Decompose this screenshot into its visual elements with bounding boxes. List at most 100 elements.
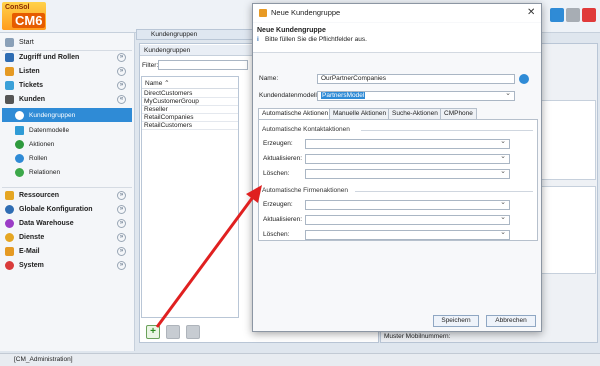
services-icon — [5, 233, 14, 242]
globe-icon — [5, 205, 14, 214]
update-label: Aktualisieren: — [263, 155, 303, 162]
logo-text-1: ConSol — [5, 4, 30, 11]
expand-icon[interactable]: » — [117, 53, 126, 62]
create-label: Erzeugen: — [263, 201, 293, 208]
add-button[interactable]: + — [146, 325, 160, 339]
table-row[interactable]: MyCustomerGroup — [142, 98, 238, 106]
dialog-header: Neue Kundengruppe i Bitte füllen Sie die… — [253, 23, 541, 53]
list-icon — [5, 67, 14, 76]
sidebar-item-label: Kunden — [19, 96, 46, 103]
delete-label: Löschen: — [263, 231, 290, 238]
sidebar-item-label: Start — [19, 39, 34, 46]
expand-icon[interactable]: » — [117, 81, 126, 90]
collapse-icon[interactable]: « — [117, 95, 126, 104]
delete-label: Löschen: — [263, 170, 290, 177]
logout-icon[interactable] — [582, 8, 596, 22]
info-icon: i — [257, 36, 259, 43]
sidebar-item-label: Globale Konfiguration — [19, 206, 93, 213]
user-icon — [5, 95, 14, 104]
ticket-icon — [5, 81, 14, 90]
section-contact-actions: Automatische Kontaktaktionen — [262, 126, 350, 133]
create-label: Erzeugen: — [263, 140, 293, 147]
consol-logo: ConSol CM6 — [2, 2, 46, 30]
sidebar-item-label: Kundengruppen — [29, 111, 76, 119]
section-company-actions: Automatische Firmenaktionen — [262, 187, 348, 194]
expand-icon[interactable]: » — [117, 247, 126, 256]
detail-box — [540, 100, 596, 180]
expand-icon[interactable]: » — [117, 67, 126, 76]
sidebar-item-rollen[interactable]: Rollen — [2, 152, 132, 165]
sidebar-item-label: Listen — [19, 68, 40, 75]
expand-icon[interactable]: » — [117, 205, 126, 214]
delete-button[interactable] — [186, 325, 200, 339]
sidebar-item-listen[interactable]: Listen » — [2, 65, 132, 78]
sidebar-item-label: Aktionen — [29, 141, 55, 148]
sidebar-item-ressourcen[interactable]: Ressourcen » — [2, 189, 132, 202]
table-row[interactable]: Reseller — [142, 106, 238, 114]
sidebar-item-label: Ressourcen — [19, 192, 60, 199]
table-row[interactable]: DirectCustomers — [142, 90, 238, 98]
company-update-select[interactable] — [305, 214, 510, 225]
detail-box — [540, 186, 596, 274]
company-delete-select[interactable] — [305, 229, 510, 240]
play-icon — [15, 140, 24, 149]
sidebar-item-kunden[interactable]: Kunden « — [2, 93, 132, 106]
globe-icon[interactable] — [519, 74, 529, 84]
refresh-icon[interactable] — [550, 8, 564, 22]
table-row[interactable]: RetailCompanies — [142, 114, 238, 122]
filter-input[interactable] — [158, 60, 248, 70]
company-create-select[interactable] — [305, 199, 510, 210]
new-group-dialog: Neue Kundengruppe ✕ Neue Kundengruppe i … — [252, 3, 542, 332]
column-header-name[interactable]: Name ⌃ — [142, 79, 238, 89]
divider — [2, 187, 132, 188]
sidebar-item-globale-konfiguration[interactable]: Globale Konfiguration » — [2, 203, 132, 216]
mail-icon — [5, 247, 14, 256]
window-icon[interactable] — [566, 8, 580, 22]
sidebar-item-email[interactable]: E-Mail » — [2, 245, 132, 258]
name-field[interactable]: OurPartnerCompanies — [317, 74, 515, 84]
tab-kundengruppen[interactable]: Kundengruppen — [136, 29, 258, 40]
sidebar-item-label: Dienste — [19, 234, 45, 241]
edit-button[interactable] — [166, 325, 180, 339]
cancel-button[interactable]: Abbrechen — [486, 315, 536, 327]
save-button[interactable]: Speichern — [433, 315, 479, 327]
expand-icon[interactable]: » — [117, 191, 126, 200]
group-icon — [15, 110, 24, 120]
sidebar-item-label: Tickets — [19, 82, 43, 89]
expand-icon[interactable]: » — [117, 233, 126, 242]
model-select[interactable]: PartnersModel — [317, 90, 515, 101]
update-label: Aktualisieren: — [263, 216, 303, 223]
sidebar-item-label: Zugriff und Rollen — [19, 54, 80, 61]
mobile-label: Muster Mobilnummern: — [384, 333, 451, 340]
roles-icon — [15, 154, 24, 163]
resource-icon — [5, 191, 14, 200]
sidebar-item-label: E-Mail — [19, 248, 40, 255]
sidebar-item-data-warehouse[interactable]: Data Warehouse » — [2, 217, 132, 230]
sidebar-item-relationen[interactable]: Relationen — [2, 166, 132, 179]
dialog-title: Neue Kundengruppe — [271, 8, 341, 17]
sidebar-item-system[interactable]: System » — [2, 259, 132, 272]
contact-update-select[interactable] — [305, 153, 510, 164]
contact-create-select[interactable] — [305, 138, 510, 149]
filter-label: Filter: — [142, 62, 159, 69]
sidebar-item-label: Datenmodelle — [29, 127, 70, 134]
sidebar-item-tickets[interactable]: Tickets » — [2, 79, 132, 92]
dialog-title-bar: Neue Kundengruppe — [253, 4, 541, 22]
dialog-hint: Bitte füllen Sie die Pflichtfelder aus. — [265, 36, 367, 43]
system-icon — [5, 261, 14, 270]
sidebar-item-label: System — [19, 262, 44, 269]
sidebar-item-aktionen[interactable]: Aktionen — [2, 138, 132, 151]
expand-icon[interactable]: » — [117, 261, 126, 270]
sidebar-item-datenmodelle[interactable]: Datenmodelle — [2, 124, 132, 137]
sidebar-item-zugriff[interactable]: Zugriff und Rollen » — [2, 51, 132, 64]
sidebar-item-start[interactable]: Start — [2, 36, 132, 49]
logo-text-2: CM6 — [12, 13, 46, 28]
model-value: PartnersModel — [321, 92, 366, 99]
expand-icon[interactable]: » — [117, 219, 126, 228]
sidebar-item-dienste[interactable]: Dienste » — [2, 231, 132, 244]
dialog-heading: Neue Kundengruppe — [257, 27, 326, 34]
close-icon[interactable]: ✕ — [527, 7, 535, 18]
sidebar-item-kundengruppen[interactable]: Kundengruppen — [2, 108, 132, 122]
table-row[interactable]: RetailCustomers — [142, 122, 238, 130]
contact-delete-select[interactable] — [305, 168, 510, 179]
